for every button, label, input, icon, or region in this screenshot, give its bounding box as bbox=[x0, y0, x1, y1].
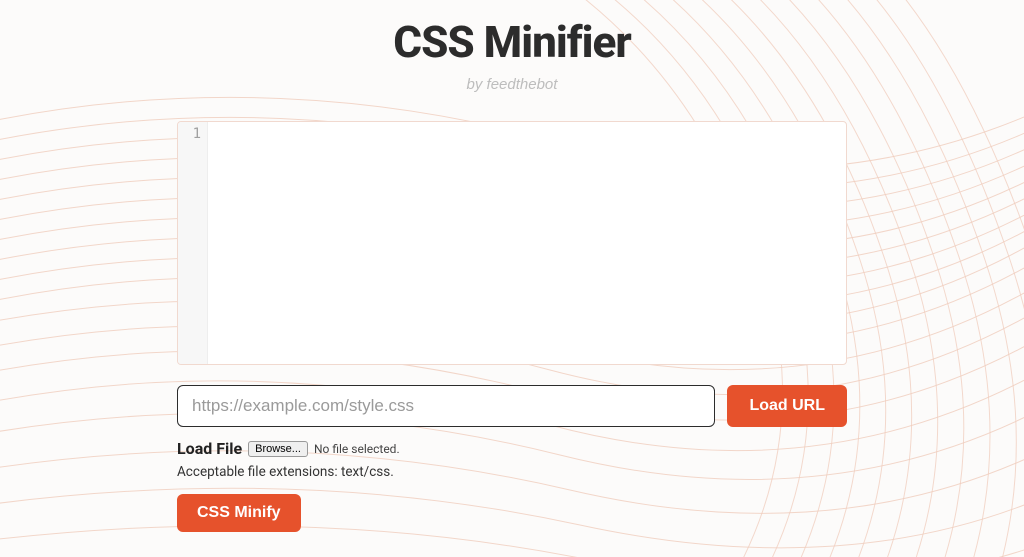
editor-textarea[interactable] bbox=[208, 122, 846, 364]
load-url-button[interactable]: Load URL bbox=[727, 385, 847, 427]
browse-button[interactable]: Browse... bbox=[248, 441, 308, 457]
page-title: CSS Minifier bbox=[393, 16, 630, 68]
page-subtitle: by feedthebot bbox=[467, 76, 558, 93]
css-minify-button[interactable]: CSS Minify bbox=[177, 494, 301, 532]
url-input[interactable] bbox=[177, 385, 715, 427]
editor-gutter: 1 bbox=[178, 122, 208, 364]
file-status-text: No file selected. bbox=[314, 442, 400, 456]
load-file-label: Load File bbox=[177, 439, 242, 458]
code-editor[interactable]: 1 bbox=[177, 121, 847, 365]
acceptable-extensions-text: Acceptable file extensions: text/css. bbox=[177, 464, 847, 480]
main-panel: 1 Load URL Load File Browse... No file s… bbox=[177, 121, 847, 532]
line-number: 1 bbox=[178, 126, 201, 142]
